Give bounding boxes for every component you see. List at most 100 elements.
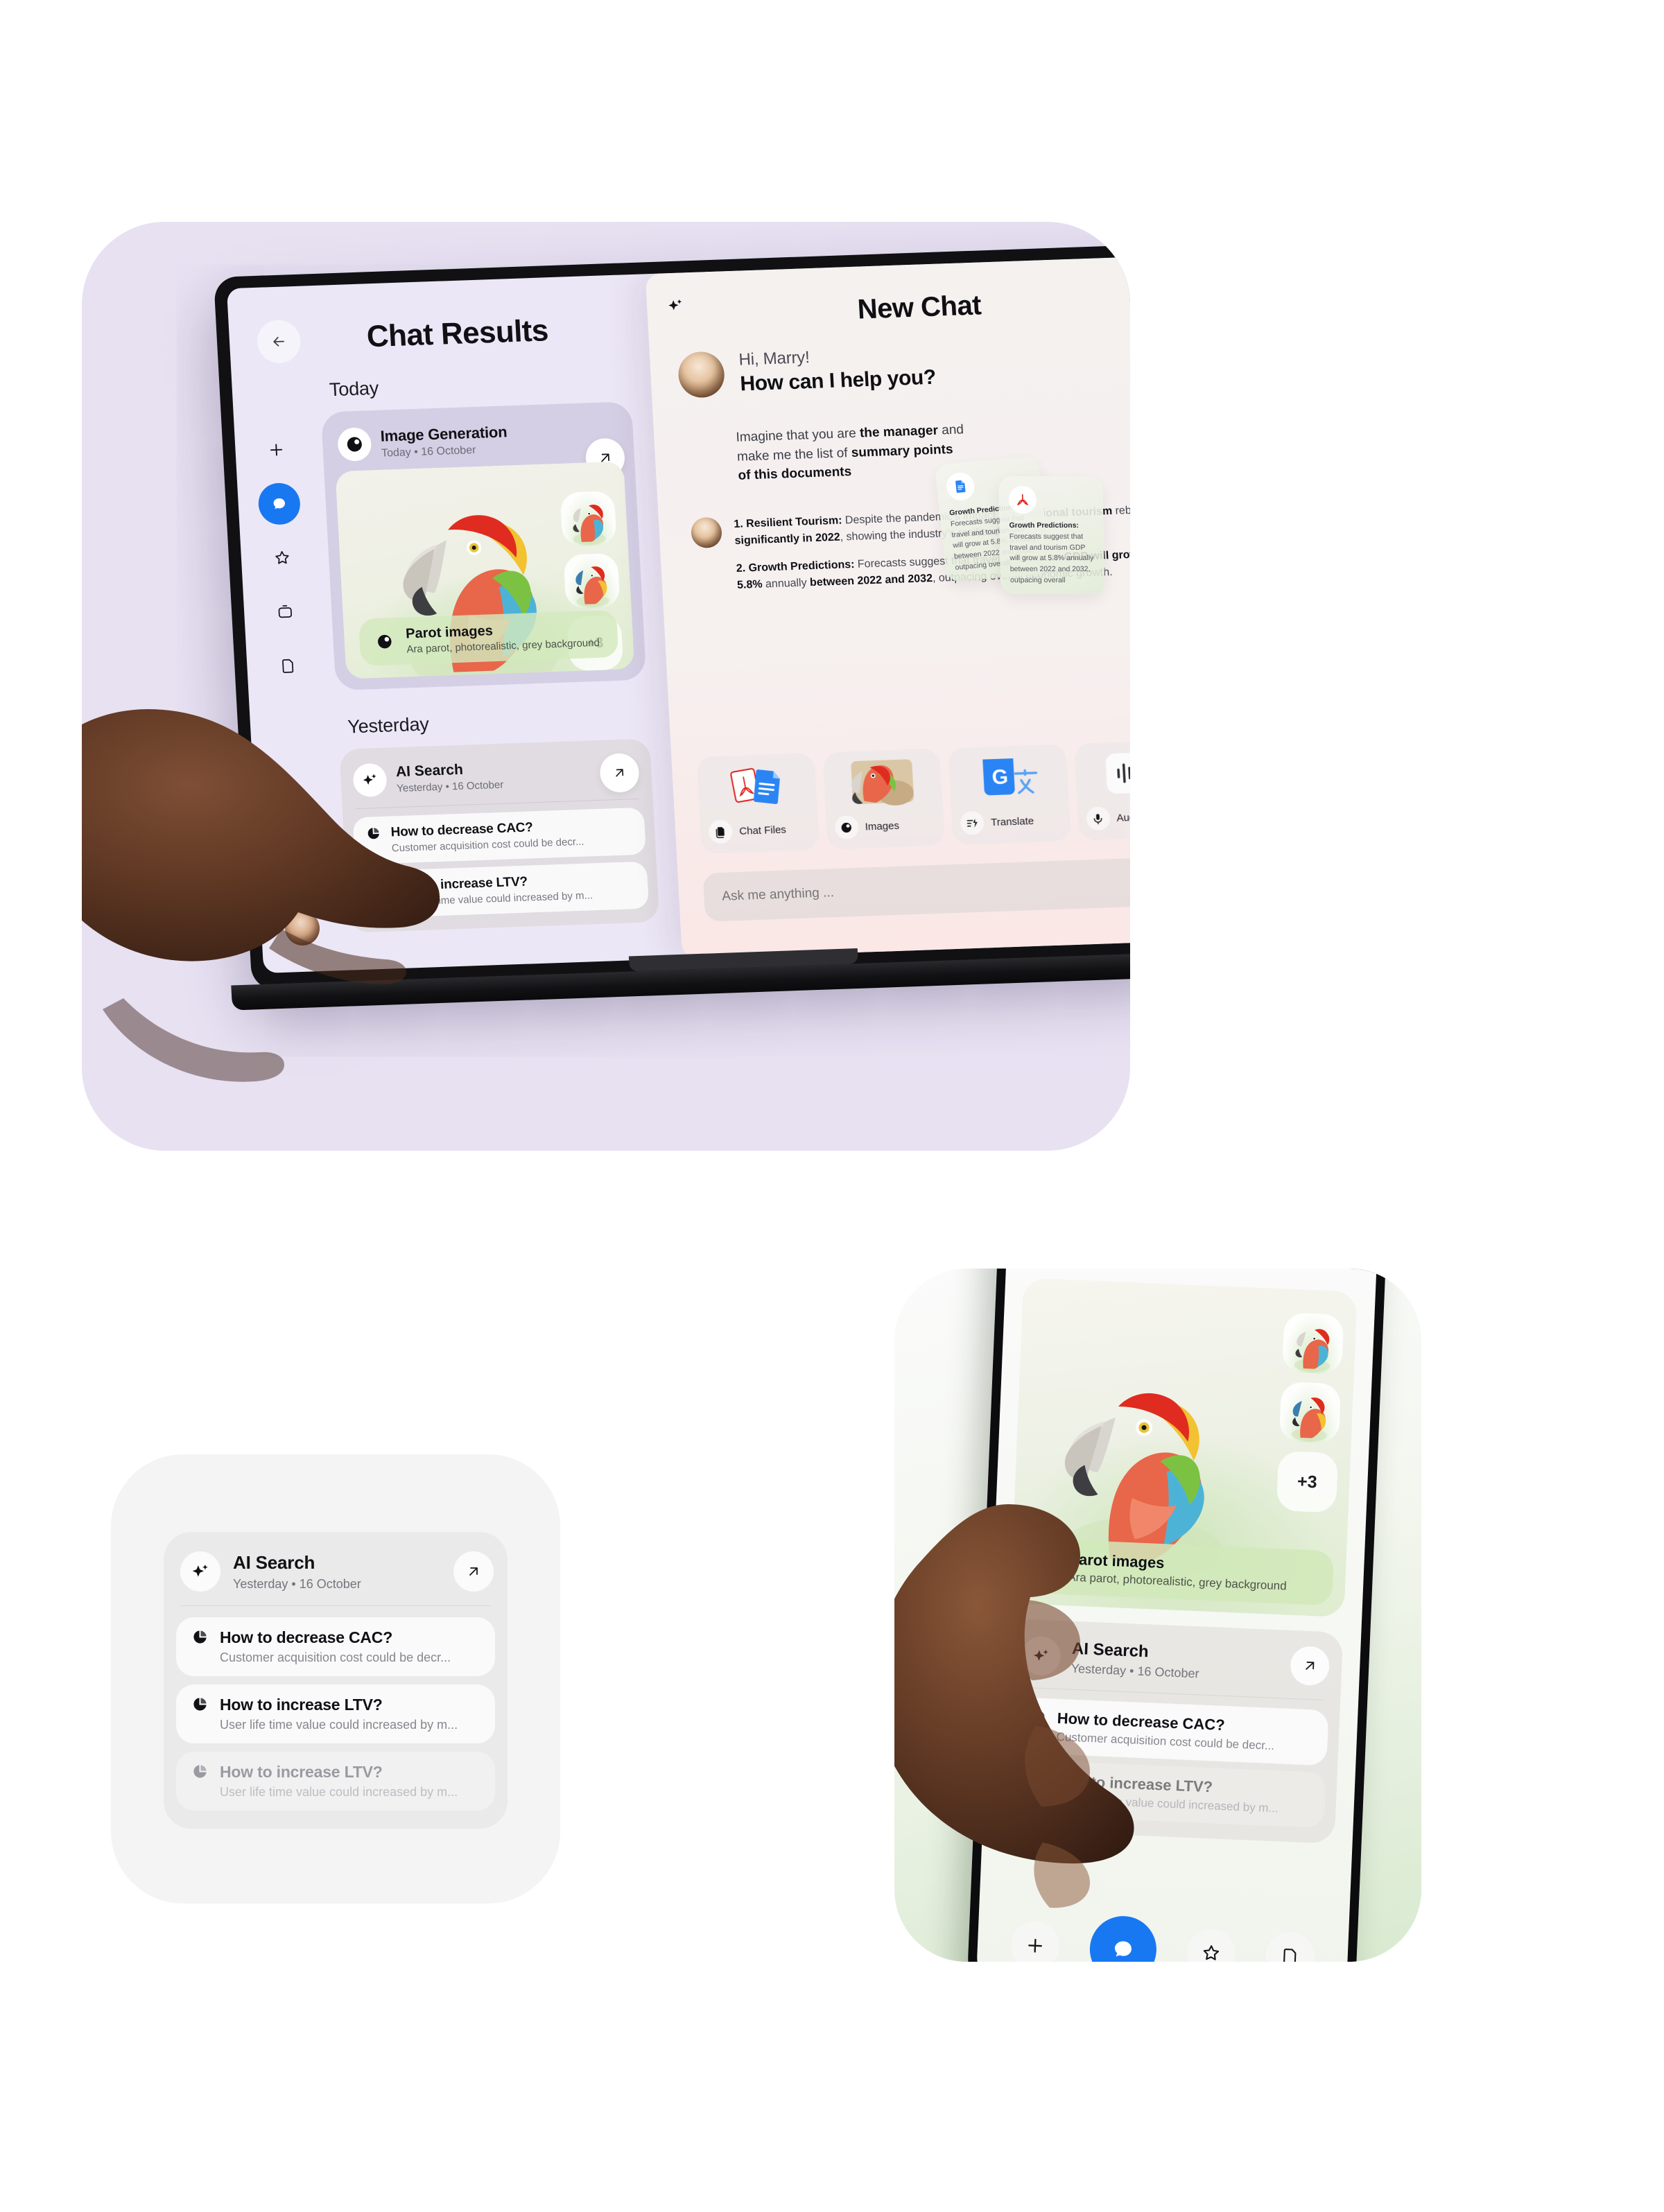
thumbnail-1[interactable]	[1281, 1312, 1344, 1375]
image-caption-bar: Parot images Ara parot, photorealistic, …	[358, 609, 619, 666]
list-item[interactable]: How to increase LTV? User life time valu…	[176, 1752, 495, 1811]
sidebar-item-settings[interactable]	[277, 846, 321, 889]
adobe-pdf-icon	[1008, 486, 1037, 514]
nav-item-add[interactable]	[1009, 1920, 1061, 1962]
tool-card-chat-files[interactable]: Chat Files	[696, 753, 820, 854]
arrow-up-right-icon	[465, 1563, 482, 1580]
tool-footer: Chat Files	[708, 817, 811, 844]
thumbnail-2[interactable]	[563, 552, 621, 609]
page-title: Chat Results	[365, 313, 549, 354]
pdf-docs-art	[697, 757, 817, 815]
chat-input[interactable]	[721, 873, 1130, 905]
reply-number: 2.	[736, 562, 746, 575]
card-component-tile: AI Search Yesterday • 16 October How to …	[111, 1454, 560, 1904]
list-item[interactable]: How to increase LTV? User life time valu…	[355, 861, 650, 919]
list-item[interactable]: How to increase LTV? User life time valu…	[1012, 1759, 1326, 1829]
showcase-page: Chat Results Today Image Generation Toda	[0, 0, 1664, 2212]
sidebar-item-new-chat[interactable]	[254, 428, 298, 471]
star-icon	[1200, 1942, 1222, 1962]
image-generation-icon	[337, 427, 372, 462]
list-item[interactable]: How to increase LTV? User life time valu…	[176, 1684, 495, 1743]
tool-footer: Images	[833, 812, 937, 840]
list-item[interactable]: How to decrease CAC? Customer acquisitio…	[1014, 1697, 1329, 1766]
thumbnail-1[interactable]	[560, 490, 617, 547]
reply-text-b: annually	[762, 577, 811, 591]
generated-image-preview[interactable]: +3 Parot images Ara parot, photorealisti…	[335, 461, 635, 679]
arrow-up-right-icon	[1301, 1657, 1319, 1675]
meta-separator: •	[291, 1576, 296, 1591]
section-label-yesterday: Yesterday	[347, 713, 430, 738]
document-icon	[279, 656, 297, 675]
ai-search-card[interactable]: AI Search Yesterday • 16 October How to …	[164, 1532, 508, 1829]
section-label-today: Today	[329, 377, 379, 401]
greeting-hi: Hi, Marry!	[738, 348, 811, 369]
microphone-icon	[1085, 806, 1111, 831]
parrot-thumbnail-icon	[1291, 1397, 1327, 1442]
thumbnail-2[interactable]	[1279, 1382, 1342, 1444]
reply-lead: Resilient Tourism:	[745, 514, 842, 530]
pie-chart-icon	[1028, 1770, 1045, 1788]
reply-text-b: rebounded	[1115, 503, 1130, 517]
open-card-button[interactable]	[453, 1551, 494, 1592]
list-item[interactable]: How to decrease CAC? Customer acquisitio…	[176, 1617, 495, 1676]
reply-bold-end: significantly in 2022	[734, 531, 841, 548]
list-item-subtitle: User life time value could increased by …	[220, 1785, 458, 1799]
ai-search-card[interactable]: AI Search Yesterday • 16 October How to …	[339, 738, 660, 933]
chat-bubble-icon	[1109, 1935, 1137, 1962]
pie-chart-icon	[191, 1763, 209, 1780]
plus-icon	[1024, 1935, 1046, 1956]
card-title: AI Search	[395, 761, 464, 781]
tool-shortcut-row: Chat Files Images G Translate Audio	[696, 740, 1130, 854]
nav-item-chat[interactable]	[1088, 1915, 1158, 1962]
image-generation-card[interactable]: Image Generation Today • 16 October Paro…	[320, 401, 647, 691]
nav-item-files[interactable]	[1265, 1931, 1316, 1962]
arrow-left-icon	[270, 333, 288, 350]
attachment-card-pdf[interactable]: Growth Predictions: Forecasts suggest th…	[998, 476, 1105, 594]
tool-card-images[interactable]: Images	[822, 748, 945, 850]
laptop-screen: Chat Results Today Image Generation Toda	[226, 255, 1130, 973]
card-date: 16 October	[299, 1576, 361, 1591]
sidebar-item-downloads[interactable]	[274, 792, 318, 835]
open-card-button[interactable]	[1290, 1645, 1331, 1687]
waveform-art	[1074, 744, 1130, 802]
image-generation-icon	[833, 815, 859, 840]
card-meta: Yesterday • 16 October	[397, 779, 504, 794]
sidebar-item-files[interactable]	[266, 644, 310, 687]
ai-search-card[interactable]: AI Search Yesterday • 16 October How to …	[1000, 1618, 1344, 1844]
svg-text:G: G	[991, 765, 1009, 789]
card-title: AI Search	[1071, 1639, 1150, 1661]
card-title: Image Generation	[380, 422, 508, 445]
tool-label: Chat Files	[738, 824, 787, 837]
google-docs-icon	[945, 471, 976, 502]
message-composer[interactable]	[702, 855, 1130, 922]
sparkle-icon	[180, 1551, 220, 1592]
avatar[interactable]	[284, 910, 321, 946]
chat-panel: New Chat Hi, Marry! How can I help you?	[645, 255, 1130, 959]
card-day: Yesterday	[233, 1576, 288, 1591]
more-images-badge[interactable]: +3	[1276, 1450, 1339, 1513]
open-card-button[interactable]	[599, 752, 641, 793]
tool-card-translate[interactable]: G Translate	[948, 744, 1071, 846]
tool-label: Images	[865, 819, 900, 833]
generated-image-preview[interactable]: +3 Parot images Ara parot, photorealisti…	[1009, 1278, 1358, 1618]
greeting-question: How can I help you?	[739, 365, 937, 396]
sidebar-item-chat[interactable]	[257, 482, 302, 525]
sidebar-item-favorites[interactable]	[260, 537, 304, 580]
card-title: AI Search	[233, 1551, 315, 1573]
tool-card-audio-chat[interactable]: Audio Chat	[1073, 740, 1130, 841]
chat-results-column: Chat Results Today Image Generation Toda	[256, 274, 682, 970]
nav-item-favorites[interactable]	[1186, 1928, 1237, 1962]
document-icon	[1279, 1946, 1301, 1962]
avatar	[690, 516, 723, 549]
files-stack-icon	[708, 819, 734, 844]
list-item-subtitle: User life time value could increased by …	[220, 1718, 458, 1732]
tool-label: Audio Chat	[1116, 810, 1130, 824]
sidebar-item-archive[interactable]	[263, 591, 307, 634]
plus-icon	[267, 441, 286, 460]
pie-chart-icon	[191, 1628, 209, 1646]
parrot-thumbnail-icon	[575, 566, 609, 607]
avatar	[677, 351, 726, 399]
list-item-title: How to increase LTV?	[220, 1763, 383, 1781]
laptop-device: Chat Results Today Image Generation Toda	[214, 243, 1130, 1011]
list-item[interactable]: How to decrease CAC? Customer acquisitio…	[352, 807, 646, 865]
